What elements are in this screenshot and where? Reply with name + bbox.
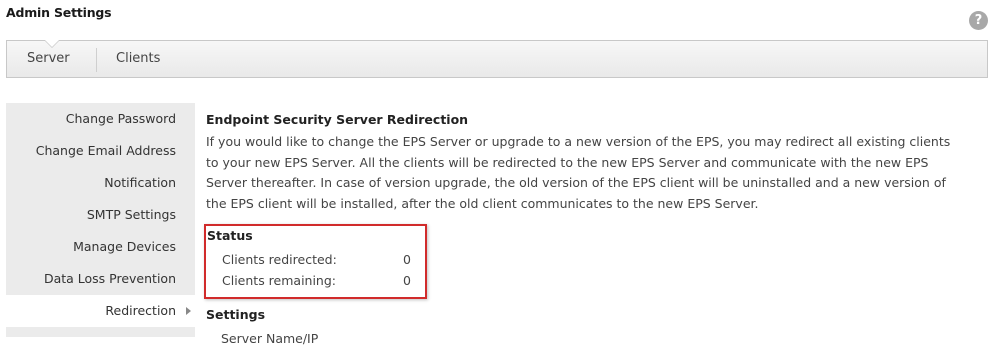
sidebar-item-manage-devices[interactable]: Manage Devices [6, 231, 195, 263]
help-icon[interactable]: ? [969, 11, 988, 30]
tab-clients[interactable]: Clients [116, 41, 160, 77]
section-title: Endpoint Security Server Redirection [206, 112, 469, 127]
clients-redirected-label: Clients redirected: [222, 252, 337, 267]
server-name-ip-label: Server Name/IP [221, 331, 319, 346]
settings-heading: Settings [206, 307, 266, 322]
sidebar-item-notification[interactable]: Notification [6, 167, 195, 199]
status-heading: Status [207, 228, 253, 243]
caret-right-icon [186, 307, 191, 315]
status-box: Status Clients redirected: 0 Clients rem… [204, 224, 427, 299]
page-title: Admin Settings [6, 5, 112, 20]
sidebar-item-redirection[interactable]: Redirection [6, 295, 195, 327]
sidebar-item-data-loss-prevention[interactable]: Data Loss Prevention [6, 263, 195, 295]
sidebar-item-change-email-address[interactable]: Change Email Address [6, 135, 195, 167]
tab-divider [96, 48, 97, 72]
sidebar-item-label: Redirection [105, 303, 176, 318]
settings-sidebar: Change Password Change Email Address Not… [6, 103, 195, 337]
redirection-panel: Endpoint Security Server Redirection If … [206, 111, 966, 214]
sidebar-item-smtp-settings[interactable]: SMTP Settings [6, 199, 195, 231]
tab-server[interactable]: Server [27, 41, 70, 77]
redirection-description: If you would like to change the EPS Serv… [206, 134, 951, 211]
sidebar-item-change-password[interactable]: Change Password [6, 103, 195, 135]
tab-bar: Server Clients [6, 40, 988, 78]
clients-remaining-value: 0 [403, 273, 411, 288]
clients-redirected-value: 0 [403, 252, 411, 267]
clients-remaining-label: Clients remaining: [222, 273, 337, 288]
